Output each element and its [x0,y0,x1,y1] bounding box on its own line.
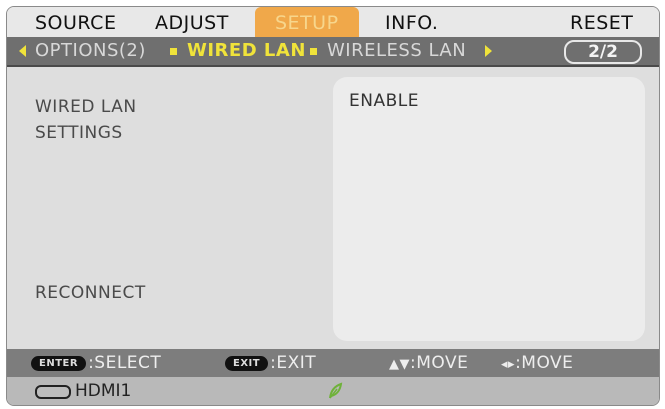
help-select: ENTER:SELECT [31,349,161,377]
input-source-label: HDMI1 [75,381,132,401]
menu-item-reconnect[interactable]: RECONNECT [35,283,146,303]
help-move-updown-label: :MOVE [410,353,469,373]
arrow-up-down-icon: ▲▼ [389,357,410,372]
submenu-bar: OPTIONS(2) WIRED LAN WIRELESS LAN 2/2 [7,37,659,67]
menu-tab-bar: SOURCE ADJUST SETUP INFO. RESET [7,7,659,37]
settings-content: WIRED LAN SETTINGS RECONNECT ENABLE [7,67,659,349]
help-exit-label: :EXIT [270,353,317,373]
help-bar: ENTER:SELECT EXIT:EXIT ▲▼:MOVE ◂▸:MOVE [7,349,659,377]
subtab-wired-lan[interactable]: WIRED LAN [187,37,306,65]
tab-source[interactable]: SOURCE [35,7,116,37]
subtab-options-2[interactable]: OPTIONS(2) [35,37,146,65]
separator-dot [310,48,317,55]
hdmi-connector-icon [35,385,71,399]
tab-reset[interactable]: RESET [570,7,633,37]
arrow-right-icon[interactable] [485,45,492,57]
help-move-updown: ▲▼:MOVE [389,349,468,377]
subtab-wireless-lan[interactable]: WIRELESS LAN [327,37,466,65]
projector-osd-menu: SOURCE ADJUST SETUP INFO. RESET OPTIONS(… [6,6,660,406]
help-move-leftright: ◂▸:MOVE [501,349,573,377]
page-indicator: 2/2 [564,40,642,64]
arrow-left-right-icon: ◂▸ [501,357,516,372]
menu-item-settings[interactable]: SETTINGS [35,123,123,143]
status-bar: HDMI1 [7,377,659,405]
arrow-left-icon[interactable] [19,45,26,57]
tab-info[interactable]: INFO. [385,7,438,37]
help-select-label: :SELECT [88,353,162,373]
enter-key-icon: ENTER [31,356,87,371]
eco-leaf-icon [329,382,343,399]
help-move-leftright-label: :MOVE [515,353,574,373]
exit-key-icon: EXIT [225,356,269,371]
wired-lan-value[interactable]: ENABLE [349,91,419,111]
tab-setup[interactable]: SETUP [255,7,359,37]
menu-item-wired-lan[interactable]: WIRED LAN [35,97,137,117]
separator-dot [170,48,177,55]
help-exit: EXIT:EXIT [225,349,316,377]
value-panel: ENABLE [333,77,645,341]
tab-adjust[interactable]: ADJUST [155,7,229,37]
